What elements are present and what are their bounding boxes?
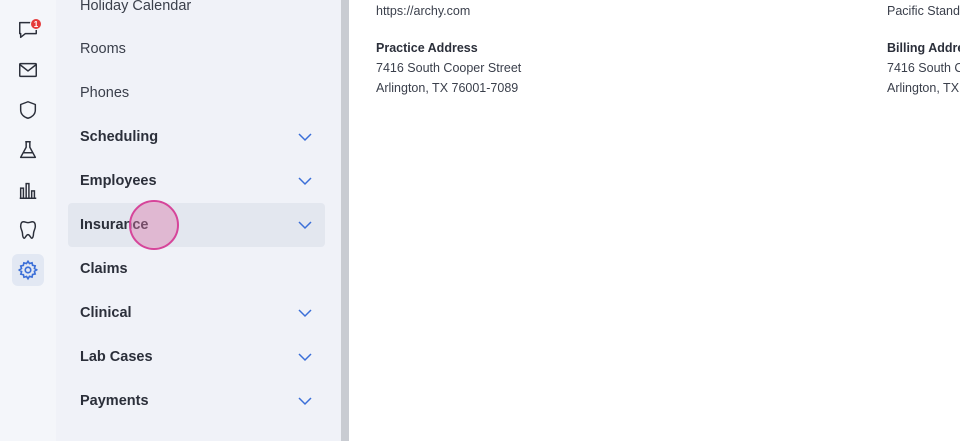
shield-icon (19, 101, 37, 119)
panel-divider (341, 0, 352, 441)
click-indicator (129, 200, 179, 250)
practice-address-label: Practice Address (376, 41, 478, 55)
gear-icon (17, 259, 39, 281)
chevron-down-icon (298, 353, 312, 362)
practice-address-line1: 7416 South Cooper Street (376, 61, 522, 75)
website-link[interactable]: https://archy.com (376, 4, 470, 18)
icon-rail: 1 (0, 0, 56, 441)
mail-button[interactable] (12, 54, 44, 86)
tooth-icon (19, 221, 37, 239)
nav-section-label: Employees (80, 173, 157, 189)
nav-section-label: Scheduling (80, 129, 159, 145)
practice-address-line2: Arlington, TX 76001-7089 (376, 81, 519, 95)
settings-button[interactable] (12, 254, 44, 286)
insurance-button[interactable] (12, 94, 44, 126)
notification-badge: 1 (30, 18, 42, 30)
billing-address-line1: 7416 South C (887, 61, 960, 75)
chevron-down-icon (298, 133, 312, 142)
chevron-down-icon (298, 221, 312, 230)
nav-item-label: Phones (80, 85, 130, 101)
nav-item-holiday-calendar[interactable]: Holiday Calendar (68, 0, 325, 28)
settings-nav: Holiday Calendar Rooms Phones Scheduling… (56, 0, 341, 441)
nav-section-label: Clinical (80, 305, 132, 321)
practice-details: https://archy.com Pacific Standa Practic… (352, 0, 960, 441)
mail-icon (19, 62, 37, 78)
nav-section-lab-cases[interactable]: Lab Cases (68, 335, 325, 379)
chevron-down-icon (298, 177, 312, 186)
nav-section-label: Payments (80, 393, 149, 409)
patients-button[interactable] (12, 214, 44, 246)
nav-section-payments[interactable]: Payments (68, 379, 325, 423)
nav-section-claims[interactable]: Claims (68, 247, 325, 291)
nav-item-phones[interactable]: Phones (68, 71, 325, 115)
billing-address-line2: Arlington, TX (887, 81, 960, 95)
chevron-down-icon (298, 309, 312, 318)
flask-icon (19, 141, 37, 159)
billing-address-label: Billing Addre (887, 41, 960, 55)
bar-chart-icon (19, 182, 37, 199)
messages-button[interactable]: 1 (12, 14, 44, 46)
lab-button[interactable] (12, 134, 44, 166)
nav-item-label: Holiday Calendar (80, 0, 192, 14)
nav-section-scheduling[interactable]: Scheduling (68, 115, 325, 159)
timezone-value: Pacific Standa (887, 4, 960, 18)
nav-section-employees[interactable]: Employees (68, 159, 325, 203)
scrollbar[interactable] (341, 0, 349, 441)
nav-section-insurance[interactable]: Insurance (68, 203, 325, 247)
nav-item-label: Rooms (80, 41, 126, 57)
nav-item-rooms[interactable]: Rooms (68, 27, 325, 71)
nav-section-label: Claims (80, 261, 128, 277)
chevron-down-icon (298, 397, 312, 406)
nav-section-clinical[interactable]: Clinical (68, 291, 325, 335)
nav-section-label: Lab Cases (80, 349, 153, 365)
reports-button[interactable] (12, 174, 44, 206)
